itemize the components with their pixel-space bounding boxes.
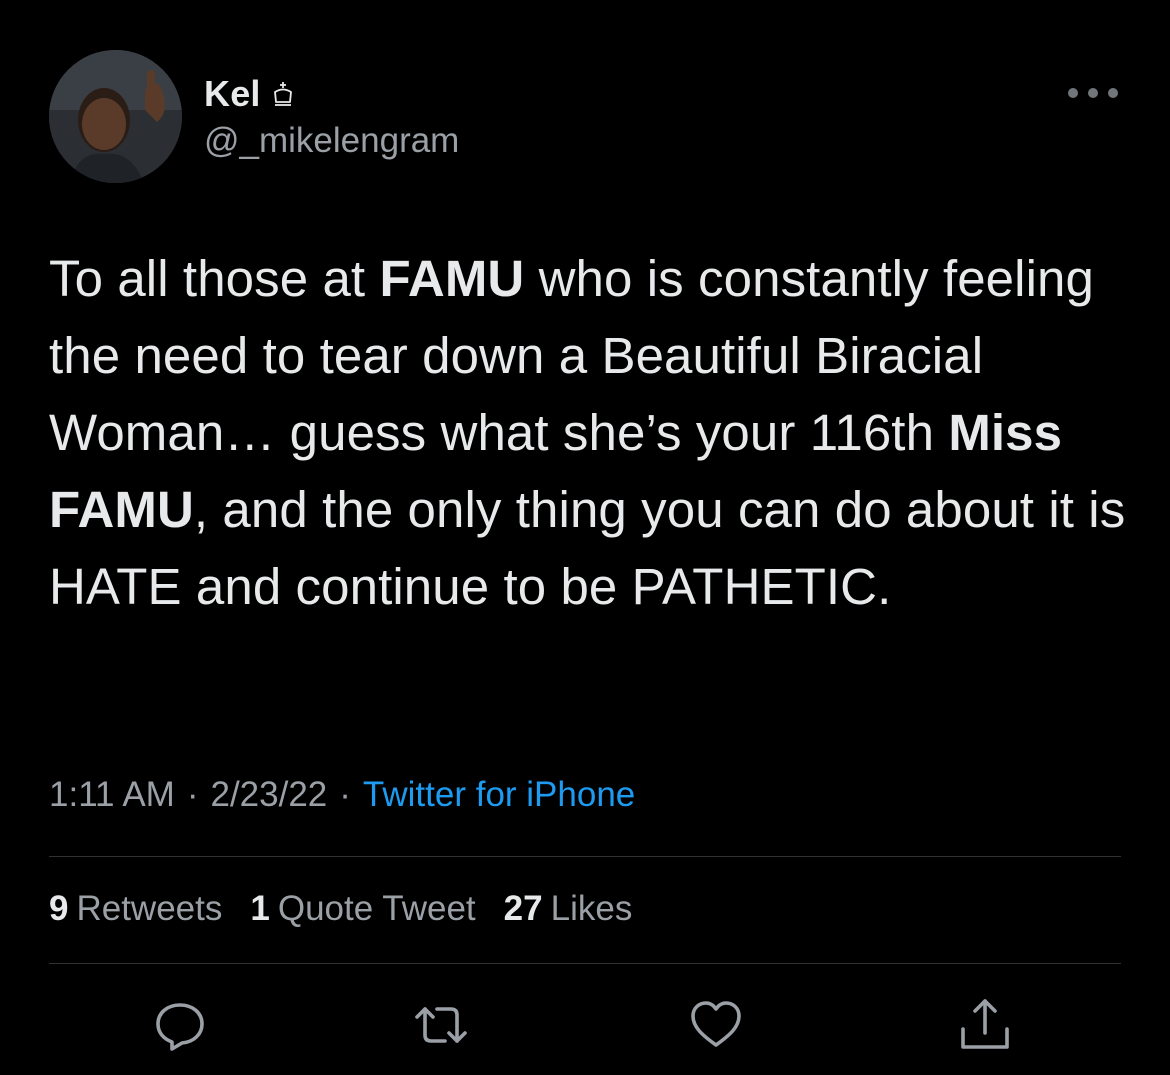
like-button[interactable] [686,995,746,1055]
author-handle[interactable]: @_mikelengram [204,121,459,161]
quotes-count: 1 [250,889,270,928]
avatar-image [49,50,182,183]
tweet-text: To all those at FAMU who is constantly f… [49,240,1129,625]
retweets-label: Retweets [76,889,223,928]
divider [49,856,1121,857]
likes-label: Likes [550,889,633,928]
tweet-source-link[interactable]: Twitter for iPhone [363,775,635,814]
tweet-date[interactable]: 2/23/22 [210,775,327,814]
meta-separator: · [339,775,351,814]
quotes-stat[interactable]: 1 Quote Tweet [250,889,475,929]
likes-stat[interactable]: 27 Likes [504,889,633,929]
divider [49,963,1121,964]
tweet-actions [0,995,1170,1055]
heart-icon [691,1001,741,1047]
more-dot-icon [1108,88,1118,98]
tweet-text-segment: , and the only thing you can do about it… [49,481,1126,615]
avatar[interactable] [49,50,182,183]
engagement-stats: 9 Retweets 1 Quote Tweet 27 Likes [49,889,632,929]
reply-button[interactable] [150,995,210,1055]
meta-separator: · [186,775,199,814]
tweet-metadata: 1:11 AM · 2/23/22 · Twitter for iPhone [49,775,635,815]
crown-icon [271,80,295,108]
reply-icon [156,1003,204,1051]
retweet-icon [415,1007,467,1043]
more-dot-icon [1088,88,1098,98]
retweets-count: 9 [49,889,69,928]
tweet-detail: Kel @_mikelengram To all those at FAMU w… [0,0,1170,1075]
more-dot-icon [1068,88,1078,98]
share-icon [961,999,1009,1049]
more-options-button[interactable] [1068,78,1118,108]
quotes-label: Quote Tweet [277,889,476,928]
tweet-text-segment: To all those at [49,250,380,307]
retweets-stat[interactable]: 9 Retweets [49,889,222,929]
likes-count: 27 [503,889,543,928]
tweet-time[interactable]: 1:11 AM [49,775,175,814]
retweet-button[interactable] [411,995,471,1055]
share-button[interactable] [955,995,1015,1055]
tweet-text-bold-segment: FAMU [379,250,525,307]
author-name-row[interactable]: Kel [204,72,295,116]
author-display-name[interactable]: Kel [204,73,261,115]
